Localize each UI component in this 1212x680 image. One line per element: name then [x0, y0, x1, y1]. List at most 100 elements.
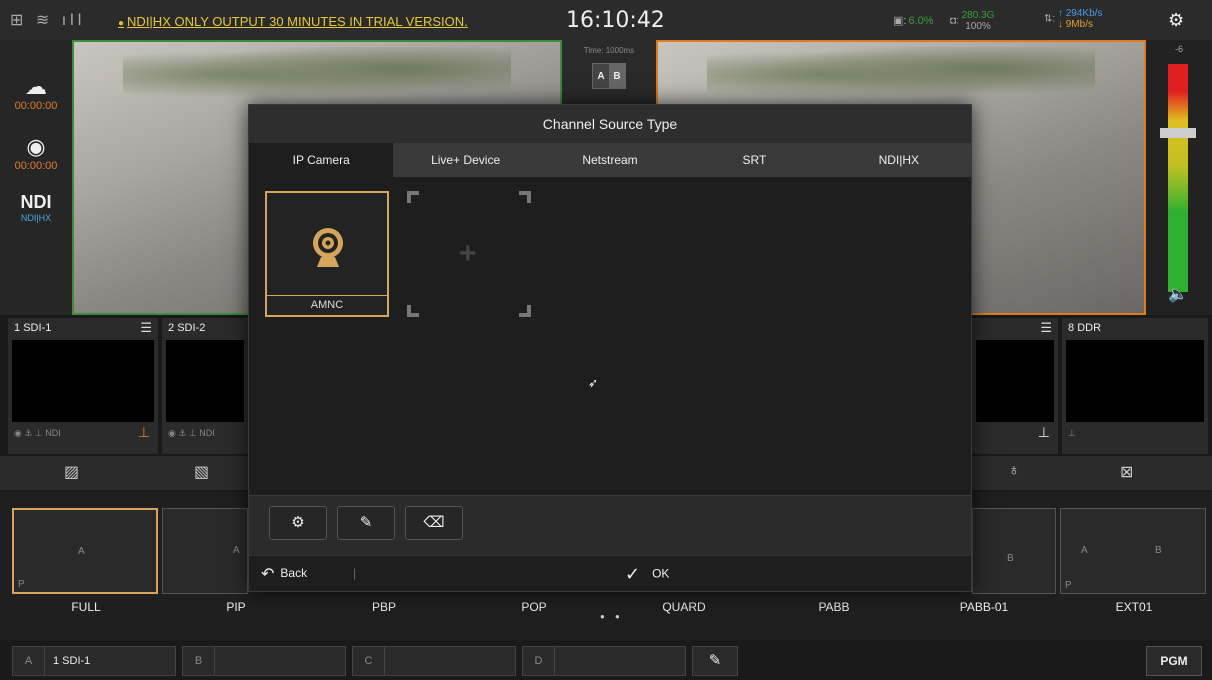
disk-percent: 100%	[965, 21, 991, 32]
upload-icon[interactable]: ⊥	[138, 424, 150, 441]
audio-mixer-icon[interactable]: ♁	[1008, 462, 1020, 480]
volume-fader[interactable]	[1160, 128, 1196, 138]
source-name: SDI-2	[177, 322, 206, 334]
top-status-bar: ⊞ ≋ ıll ● NDI|HX ONLY OUTPUT 30 MINUTES I…	[0, 0, 1212, 40]
source-name: DDR	[1077, 322, 1102, 334]
add-source-card[interactable]: +	[407, 191, 531, 317]
cpu-indicator: ▣: 6.0%	[893, 14, 934, 27]
preset-name-pabb-01[interactable]: PABB-01	[934, 600, 1034, 614]
dialog-title: Channel Source Type	[249, 105, 971, 143]
source-tile-8[interactable]: 8 DDR ⊥	[1062, 318, 1208, 454]
source-header: 2 SDI-2	[162, 318, 248, 340]
preset-name-pbp[interactable]: PBP	[334, 600, 434, 614]
source-video	[12, 340, 154, 422]
preset-pabb-01[interactable]: B	[972, 508, 1056, 594]
trial-notice-link[interactable]: ● NDI|HX ONLY OUTPUT 30 MINUTES IN TRIAL …	[118, 14, 468, 29]
preset-label-a: A	[233, 545, 240, 556]
bell-icon: ●	[118, 18, 125, 29]
channel-source-dialog: Channel Source Type IP Camera Live+ Devi…	[248, 104, 972, 592]
record-time: 00:00:00	[14, 160, 58, 172]
source-video	[1066, 340, 1204, 422]
preset-pip[interactable]: A	[162, 508, 248, 594]
chroma-key-icon[interactable]: ⊠	[1120, 462, 1133, 482]
settings-gear-icon[interactable]: ⚙	[1168, 10, 1184, 31]
preset-ext01[interactable]: A B P	[1060, 508, 1206, 594]
left-control-rail: ☁ 00:00:00 ◉ 00:00:00 NDI NDI|HX	[0, 40, 72, 315]
clock: 16:10:42	[566, 8, 665, 33]
preset-name-pop[interactable]: POP	[484, 600, 584, 614]
source-footer: ⊥	[972, 422, 1058, 446]
trial-notice-text: NDI|HX ONLY OUTPUT 30 MINUTES IN TRIAL V…	[127, 14, 468, 29]
slot-a[interactable]: A 1 SDI-1	[12, 646, 176, 676]
dialog-content: AMNC +	[249, 177, 971, 495]
record-icon[interactable]: ◉	[0, 134, 72, 160]
image-overlay-icon[interactable]: ▧	[194, 462, 209, 482]
net-up-rate: ↑ 294Kb/s	[1057, 8, 1103, 19]
slot-c[interactable]: C	[352, 646, 516, 676]
check-icon: ✓	[625, 564, 641, 584]
net-up-value: 294Kb/s	[1065, 8, 1103, 19]
tab-netstream[interactable]: Netstream	[538, 143, 682, 177]
preset-label-b: B	[1155, 545, 1162, 556]
preset-name-ext01[interactable]: EXT01	[1084, 600, 1184, 614]
preset-full[interactable]: A P	[12, 508, 158, 594]
transition-a: A	[597, 71, 605, 82]
tab-ip-camera[interactable]: IP Camera	[249, 143, 394, 177]
speaker-icon[interactable]: 🔈	[1168, 284, 1188, 304]
slot-value: 1 SDI-1	[53, 655, 91, 667]
ndi-tag: NDI	[199, 428, 215, 438]
ab-transition-button[interactable]: A B	[592, 63, 626, 89]
edit-icon[interactable]: ✎	[692, 646, 738, 676]
tab-live-device[interactable]: Live+ Device	[393, 143, 537, 177]
delete-button[interactable]: ⌫	[405, 506, 463, 540]
network-indicator: ⇅: ↑ 294Kb/s ↓ 9Mb/s	[1044, 8, 1102, 30]
source-video	[976, 340, 1054, 422]
source-footer: ◉ ⚓ ⊥ NDI ⊥	[14, 424, 150, 441]
divider: |	[353, 566, 357, 580]
net-down-rate: ↓ 9Mb/s	[1057, 19, 1093, 30]
meter-db-top: -6	[1174, 44, 1183, 54]
back-button[interactable]: ↶ Back	[261, 564, 307, 584]
pgm-button[interactable]: PGM	[1146, 646, 1202, 676]
disk-indicator: ◘: 280.3G 100%	[950, 10, 994, 32]
ip-camera-card[interactable]: AMNC	[265, 191, 389, 317]
source-tile-7[interactable]: ☰ ⊥	[972, 318, 1058, 454]
stream-time: 00:00:00	[14, 100, 58, 112]
source-number: 2	[168, 322, 175, 334]
source-tile-1[interactable]: 1 SDI-1 ☰ ◉ ⚓ ⊥ NDI ⊥	[8, 318, 158, 454]
plus-icon: +	[459, 237, 477, 270]
list-menu-icon[interactable]: ☰	[140, 320, 152, 336]
source-header: 1 SDI-1 ☰	[8, 318, 158, 340]
back-arrow-icon: ↶	[261, 566, 275, 583]
source-name: SDI-1	[23, 322, 52, 334]
preset-name-full[interactable]: FULL	[36, 600, 136, 614]
preset-name-quard[interactable]: QUARD	[634, 600, 734, 614]
tab-srt[interactable]: SRT	[682, 143, 826, 177]
source-header: ☰	[972, 318, 1058, 340]
image-icon[interactable]: ▨	[64, 462, 79, 482]
preset-name-pip[interactable]: PIP	[186, 600, 286, 614]
slot-key: C	[353, 647, 385, 675]
tab-ndi-hx[interactable]: NDI|HX	[827, 143, 971, 177]
upload-icon[interactable]: ⊥	[1038, 424, 1050, 441]
edit-button[interactable]: ✎	[337, 506, 395, 540]
slot-d[interactable]: D	[522, 646, 686, 676]
slot-key: A	[13, 647, 45, 675]
net-down-value: 9Mb/s	[1065, 19, 1093, 30]
ok-label: OK	[652, 566, 670, 581]
transition-b: B	[609, 64, 625, 88]
preset-label-p: P	[1065, 580, 1072, 591]
ndi-logo-icon[interactable]: NDI	[0, 192, 72, 213]
slot-b[interactable]: B	[182, 646, 346, 676]
back-label: Back	[280, 566, 308, 581]
camera-settings-button[interactable]: ⚙	[269, 506, 327, 540]
slot-key: D	[523, 647, 555, 675]
source-tile-2[interactable]: 2 SDI-2 ◉ ⚓ ⊥ NDI	[162, 318, 248, 454]
disk-icon: ◘:	[950, 15, 959, 27]
page-dots[interactable]: ● ●	[600, 612, 624, 621]
ok-button[interactable]: ✓ OK	[625, 564, 669, 585]
preset-name-pabb[interactable]: PABB	[784, 600, 884, 614]
cloud-stream-icon[interactable]: ☁	[0, 74, 72, 100]
list-menu-icon[interactable]: ☰	[1040, 320, 1052, 336]
meter-bar	[1168, 64, 1188, 292]
